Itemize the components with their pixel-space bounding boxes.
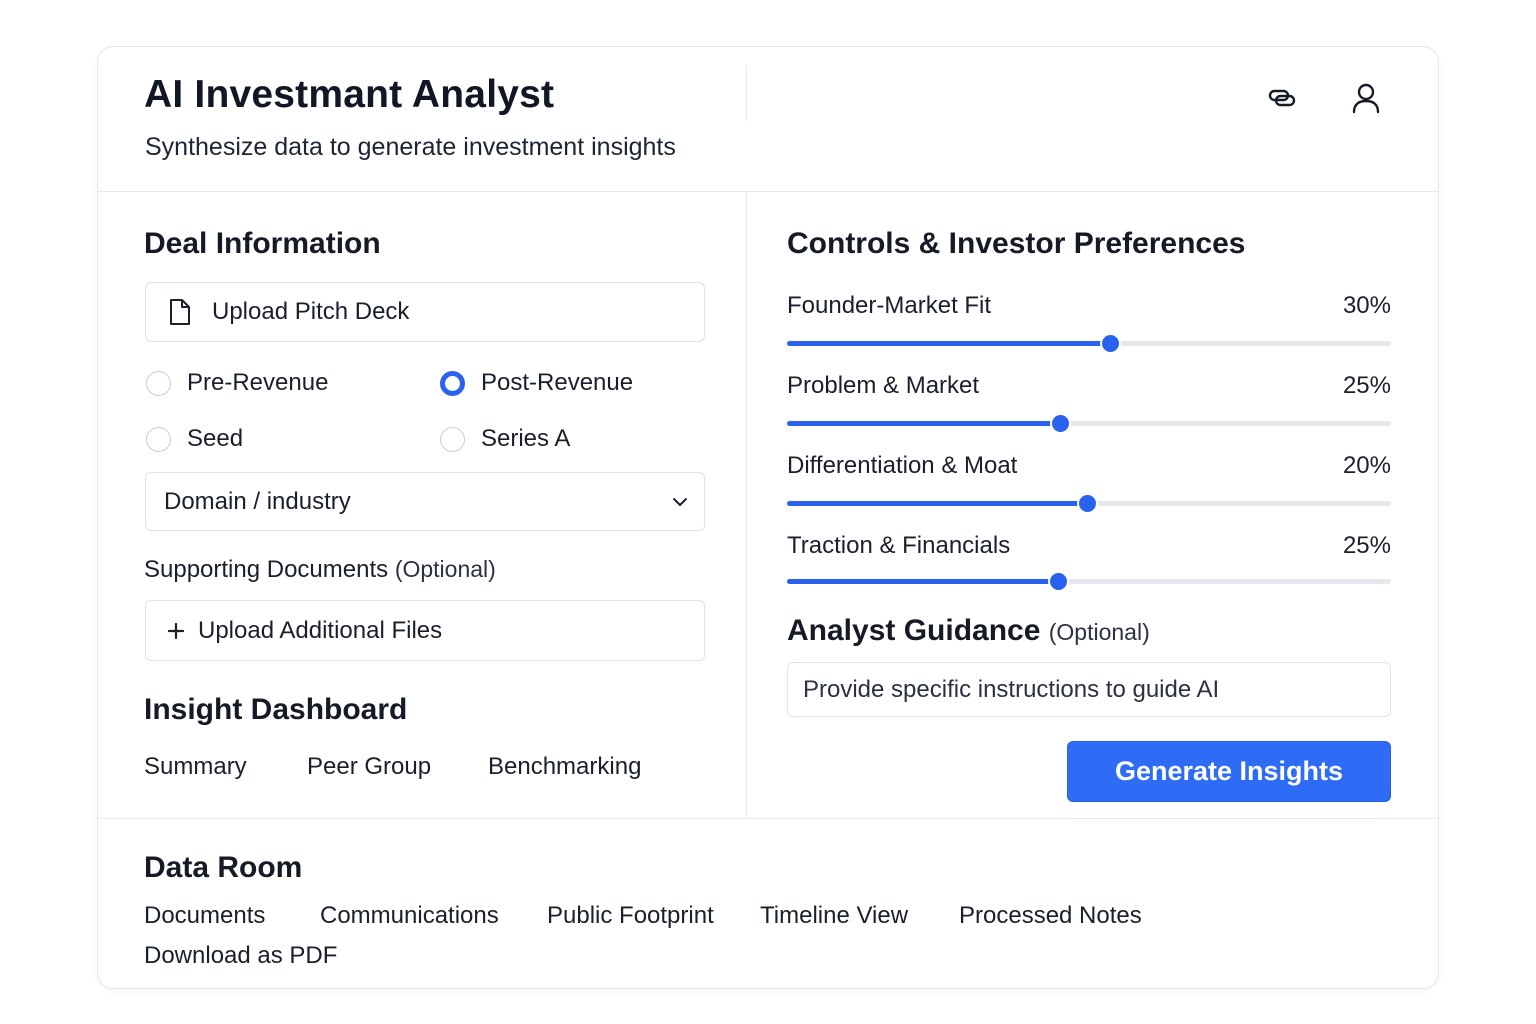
column-divider [746, 192, 747, 818]
supporting-documents-label: Supporting Documents (Optional) [144, 556, 496, 584]
tab-benchmarking[interactable]: Benchmarking [488, 753, 641, 781]
data-room-separator [98, 818, 1438, 819]
upload-pitch-deck-button[interactable]: Upload Pitch Deck [145, 282, 705, 342]
link-timeline-view[interactable]: Timeline View [760, 902, 908, 930]
link-processed-notes[interactable]: Processed Notes [959, 902, 1142, 930]
document-icon [168, 298, 192, 326]
radio-label: Series A [481, 425, 571, 452]
radio-pre-revenue[interactable]: Pre-Revenue [146, 369, 328, 397]
plus-icon [168, 622, 184, 639]
slider-label-traction-financials: Traction & Financials [787, 532, 1011, 559]
app-subtitle: Synthesize data to generate investment i… [145, 133, 676, 161]
header-divider [746, 65, 747, 121]
insight-dashboard-title: Insight Dashboard [144, 693, 408, 726]
slider-label-founder-market-fit: Founder-Market Fit [787, 292, 992, 319]
radio-label: Post-Revenue [481, 369, 634, 396]
analyst-guidance-title: Analyst Guidance (Optional) [787, 614, 1150, 648]
slider-label-problem-market: Problem & Market [787, 372, 980, 399]
generate-insights-button[interactable]: Generate Insights [1067, 741, 1391, 802]
user-icon[interactable] [1349, 81, 1383, 115]
slider-thumb[interactable] [1052, 415, 1069, 432]
slider-value-differentiation-moat: 20% [1342, 452, 1391, 479]
radio-circle-checked [440, 370, 465, 396]
domain-select-value: Domain / industry [164, 487, 351, 515]
data-room-title: Data Room [144, 851, 303, 884]
radio-series-a[interactable]: Series A [440, 425, 570, 453]
deal-information-title: Deal Information [144, 227, 381, 260]
slider-thumb[interactable] [1079, 495, 1097, 512]
link-download-pdf[interactable]: Download as PDF [144, 942, 337, 970]
radio-label: Pre-Revenue [187, 369, 329, 396]
slider-founder-market-fit[interactable] [787, 335, 1391, 352]
link-documents[interactable]: Documents [144, 902, 265, 930]
radio-circle [146, 426, 171, 452]
slider-differentiation-moat[interactable] [787, 495, 1391, 512]
app-title: AI Investmant Analyst [144, 73, 555, 116]
controls-preferences-title: Controls & Investor Preferences [787, 227, 1246, 260]
radio-seed[interactable]: Seed [146, 425, 243, 453]
radio-post-revenue[interactable]: Post-Revenue [440, 369, 633, 397]
slider-fill [787, 341, 1111, 346]
link-public-footprint[interactable]: Public Footprint [547, 902, 714, 930]
tab-peer-group[interactable]: Peer Group [307, 753, 431, 781]
upload-additional-files-label: Upload Additional Files [198, 616, 443, 644]
analyst-guidance-input[interactable] [787, 662, 1391, 717]
header-separator [98, 191, 1438, 192]
slider-traction-financials[interactable] [787, 573, 1391, 590]
radio-circle [146, 370, 171, 396]
analyst-guidance-text: Analyst Guidance [787, 614, 1041, 647]
slider-fill [787, 421, 1060, 426]
domain-industry-select[interactable]: Domain / industry [145, 472, 705, 531]
link-icon[interactable] [1265, 81, 1299, 115]
chevron-down-icon [672, 497, 688, 507]
slider-label-differentiation-moat: Differentiation & Moat [787, 452, 1018, 479]
upload-additional-files-button[interactable]: Upload Additional Files [145, 600, 705, 661]
supporting-documents-text: Supporting Documents [144, 556, 389, 583]
slider-value-problem-market: 25% [1342, 372, 1391, 399]
optional-tag: (Optional) [1048, 619, 1150, 645]
radio-circle [440, 426, 465, 452]
link-communications[interactable]: Communications [320, 902, 499, 930]
upload-pitch-deck-label: Upload Pitch Deck [212, 298, 410, 325]
radio-label: Seed [187, 425, 244, 452]
slider-value-traction-financials: 25% [1342, 532, 1391, 559]
slider-problem-market[interactable] [787, 415, 1391, 432]
main-card: AI Investmant Analyst Synthesize data to… [97, 46, 1439, 989]
slider-fill [787, 501, 1088, 506]
slider-value-founder-market-fit: 30% [1342, 292, 1391, 319]
tab-summary[interactable]: Summary [144, 753, 247, 781]
slider-thumb[interactable] [1102, 335, 1120, 352]
slider-thumb[interactable] [1049, 573, 1067, 590]
slider-fill [787, 579, 1058, 584]
optional-tag: (Optional) [394, 556, 496, 582]
